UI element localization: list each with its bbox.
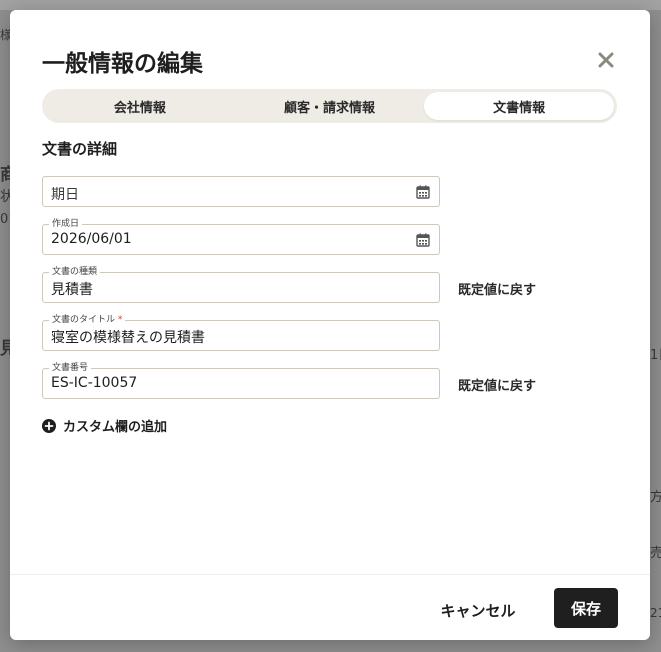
tab-document-info[interactable]: 文書情報 (424, 92, 615, 120)
calendar-icon[interactable] (416, 185, 430, 199)
document-title-label-text: 文書のタイトル (52, 315, 116, 325)
document-type-label: 文書の種類 (49, 267, 101, 278)
document-type-field[interactable]: 文書の種類 見積書 (42, 267, 440, 303)
edit-general-info-dialog: 一般情報の編集 会社情報 顧客・請求情報 文書情報 文書の詳細 期日 作成日 2… (10, 10, 650, 640)
created-date-value: 2026/06/01 (51, 231, 132, 247)
plus-circle-icon (42, 418, 56, 433)
document-type-value: 見積書 (51, 282, 93, 298)
due-date-field[interactable]: 期日 (42, 176, 440, 207)
tab-company-info[interactable]: 会社情報 (45, 92, 235, 120)
reset-document-number-button[interactable]: 既定値に戻す (458, 375, 536, 394)
background-header-strip (0, 0, 661, 10)
reset-document-type-button[interactable]: 既定値に戻す (458, 279, 536, 298)
add-custom-field-button[interactable]: カスタム欄の追加 (42, 416, 167, 435)
tab-bar: 会社情報 顧客・請求情報 文書情報 (42, 89, 617, 123)
close-button[interactable] (594, 48, 618, 72)
due-date-placeholder: 期日 (51, 187, 79, 203)
footer-divider (10, 574, 650, 575)
required-mark: * (117, 315, 123, 325)
document-title-value: 寝室の模様替えの見積書 (51, 330, 205, 346)
background-text: 売 (650, 546, 661, 561)
document-number-field[interactable]: 文書番号 ES-IC-10057 (42, 363, 440, 399)
tab-customer-billing-info[interactable]: 顧客・請求情報 (235, 92, 425, 120)
save-button[interactable]: 保存 (554, 588, 618, 628)
section-title: 文書の詳細 (42, 140, 118, 158)
document-number-value: ES-IC-10057 (51, 375, 138, 391)
background-text: 21 (650, 606, 661, 620)
document-title-field[interactable]: 文書のタイトル * 寝室の模様替えの見積書 (42, 315, 440, 351)
created-date-field[interactable]: 作成日 2026/06/01 (42, 219, 440, 255)
document-number-label: 文書番号 (49, 363, 92, 374)
add-custom-field-label: カスタム欄の追加 (63, 420, 168, 435)
close-icon (598, 52, 614, 68)
created-date-label: 作成日 (49, 219, 83, 230)
cancel-button[interactable]: キャンセル (428, 592, 528, 628)
calendar-icon[interactable] (416, 233, 430, 247)
dialog-title: 一般情報の編集 (42, 51, 203, 77)
document-title-label: 文書のタイトル * (49, 315, 126, 326)
background-text: 1日 (650, 348, 661, 363)
background-text: 方 (650, 490, 661, 505)
